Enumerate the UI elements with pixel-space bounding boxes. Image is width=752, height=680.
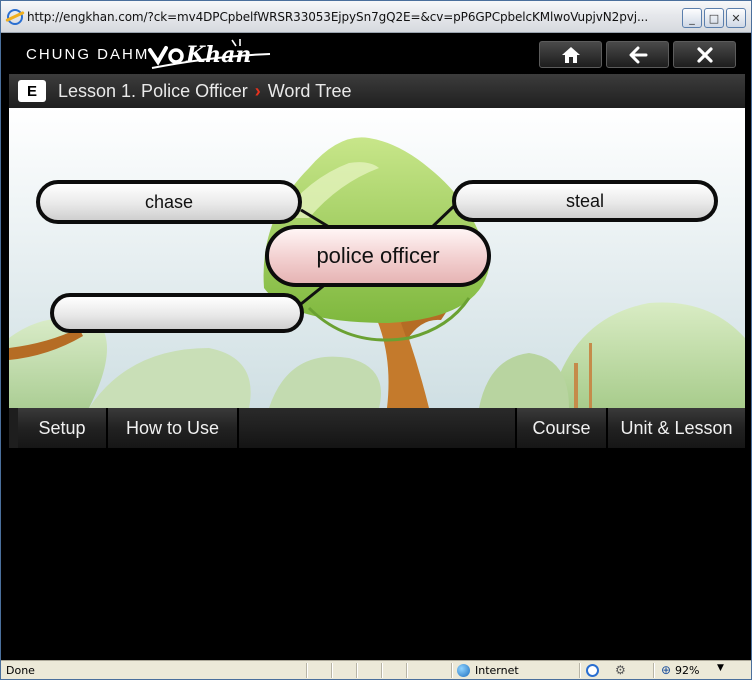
browser-window: http://engkhan.com/?ck=mv4DPCpbelfWRSR33… — [0, 0, 752, 680]
breadcrumb: E Lesson 1. Police Officer › Word Tree — [9, 74, 745, 108]
status-bar: Done Internet ⚙ ⊕ 92% ▼ — [1, 660, 751, 679]
level-badge: E — [18, 80, 46, 102]
breadcrumb-lesson: Lesson 1. Police Officer — [58, 80, 248, 101]
maximize-icon: □ — [708, 11, 720, 25]
maximize-button[interactable]: □ — [704, 8, 724, 28]
back-button[interactable] — [606, 41, 669, 68]
close-window-icon: ✕ — [731, 11, 741, 25]
word-tree-stage: chase steal police officer — [9, 108, 745, 408]
engkhan-logo: Khan — [148, 39, 271, 69]
unit-lesson-button[interactable]: Unit & Lesson — [608, 408, 745, 448]
course-button[interactable]: Course — [517, 408, 608, 448]
bottom-nav: Setup How to Use Course Unit & Lesson — [9, 408, 745, 448]
word-pill-steal[interactable]: steal — [452, 180, 718, 222]
home-button[interactable] — [539, 41, 602, 68]
status-divider — [306, 663, 307, 678]
chevron-down-icon[interactable]: ▼ — [717, 663, 724, 673]
status-divider — [356, 663, 357, 678]
brand-name: CHUNG DAHM — [26, 46, 150, 63]
word-pill-empty[interactable] — [50, 293, 304, 333]
security-zone: Internet — [475, 664, 519, 677]
status-divider — [579, 663, 580, 678]
content-blank-area — [9, 448, 745, 658]
window-titlebar: http://engkhan.com/?ck=mv4DPCpbelfWRSR33… — [1, 1, 751, 33]
word-pill-center[interactable]: police officer — [265, 225, 491, 287]
zoom-icon[interactable]: ⊕ — [661, 663, 671, 677]
internet-explorer-icon — [7, 8, 23, 25]
close-button[interactable] — [673, 41, 736, 68]
nav-spacer — [239, 408, 517, 448]
status-divider — [653, 663, 654, 678]
home-icon — [561, 46, 580, 63]
status-divider — [451, 663, 452, 678]
word-pill-chase[interactable]: chase — [36, 180, 302, 224]
status-divider — [331, 663, 332, 678]
status-divider — [381, 663, 382, 678]
close-icon — [696, 46, 713, 63]
arrow-left-icon — [629, 46, 647, 63]
minimize-button[interactable]: _ — [682, 8, 702, 28]
close-window-button[interactable]: ✕ — [726, 8, 746, 28]
how-to-use-button[interactable]: How to Use — [108, 408, 239, 448]
app-header: CHUNG DAHM Khan — [9, 34, 745, 74]
zoom-level[interactable]: 92% — [675, 664, 699, 677]
popup-blocker-icon[interactable]: ⚙ — [615, 663, 626, 677]
breadcrumb-separator-icon: › — [254, 80, 261, 101]
globe-icon — [457, 664, 470, 677]
status-divider — [406, 663, 407, 678]
setup-button[interactable]: Setup — [18, 408, 108, 448]
window-title: http://engkhan.com/?ck=mv4DPCpbelfWRSR33… — [27, 9, 649, 24]
breadcrumb-page: Word Tree — [267, 80, 352, 101]
protected-mode-icon[interactable] — [586, 664, 599, 677]
minimize-icon: _ — [689, 11, 695, 25]
status-text: Done — [6, 664, 35, 677]
